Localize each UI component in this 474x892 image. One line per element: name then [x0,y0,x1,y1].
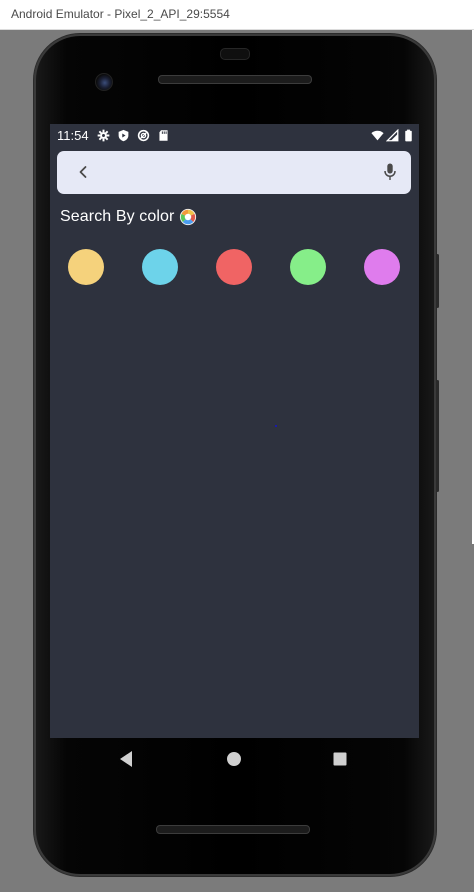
gear-icon [97,129,110,142]
recents-square-icon[interactable] [333,752,347,766]
back-triangle-icon[interactable] [118,750,134,768]
top-speaker-grille [158,75,312,84]
color-wheel-icon [180,208,197,226]
microphone-icon[interactable] [382,162,398,182]
bottom-speaker-grille [156,825,310,834]
color-swatch-green[interactable] [290,249,326,285]
home-circle-icon[interactable] [226,751,242,767]
color-swatch-blue[interactable] [142,249,178,285]
proximity-sensor [220,48,250,60]
wifi-icon [371,130,384,141]
power-button[interactable] [436,254,439,308]
app-screen: 11:54 Search By color [50,124,419,738]
status-time: 11:54 [57,128,89,143]
search-bar [57,151,411,194]
section-title: Search By color [60,208,175,225]
status-bar: 11:54 [50,124,419,148]
chevron-left-icon[interactable] [75,164,91,180]
touch-point [275,425,277,427]
sd-card-icon [159,130,168,141]
color-swatch-yellow[interactable] [68,249,104,285]
section-heading: Search By color [60,208,197,226]
color-swatch-red[interactable] [216,249,252,285]
sync-icon [137,129,150,142]
color-swatch-purple[interactable] [364,249,400,285]
volume-button[interactable] [436,380,439,492]
window-title: Android Emulator - Pixel_2_API_29:5554 [11,7,230,21]
search-input[interactable] [101,159,375,188]
cellular-signal-icon [386,129,399,142]
battery-icon [405,129,412,142]
emulator-titlebar: Android Emulator - Pixel_2_API_29:5554 [0,0,474,30]
shield-play-icon [118,129,129,142]
front-camera-icon [95,73,113,91]
